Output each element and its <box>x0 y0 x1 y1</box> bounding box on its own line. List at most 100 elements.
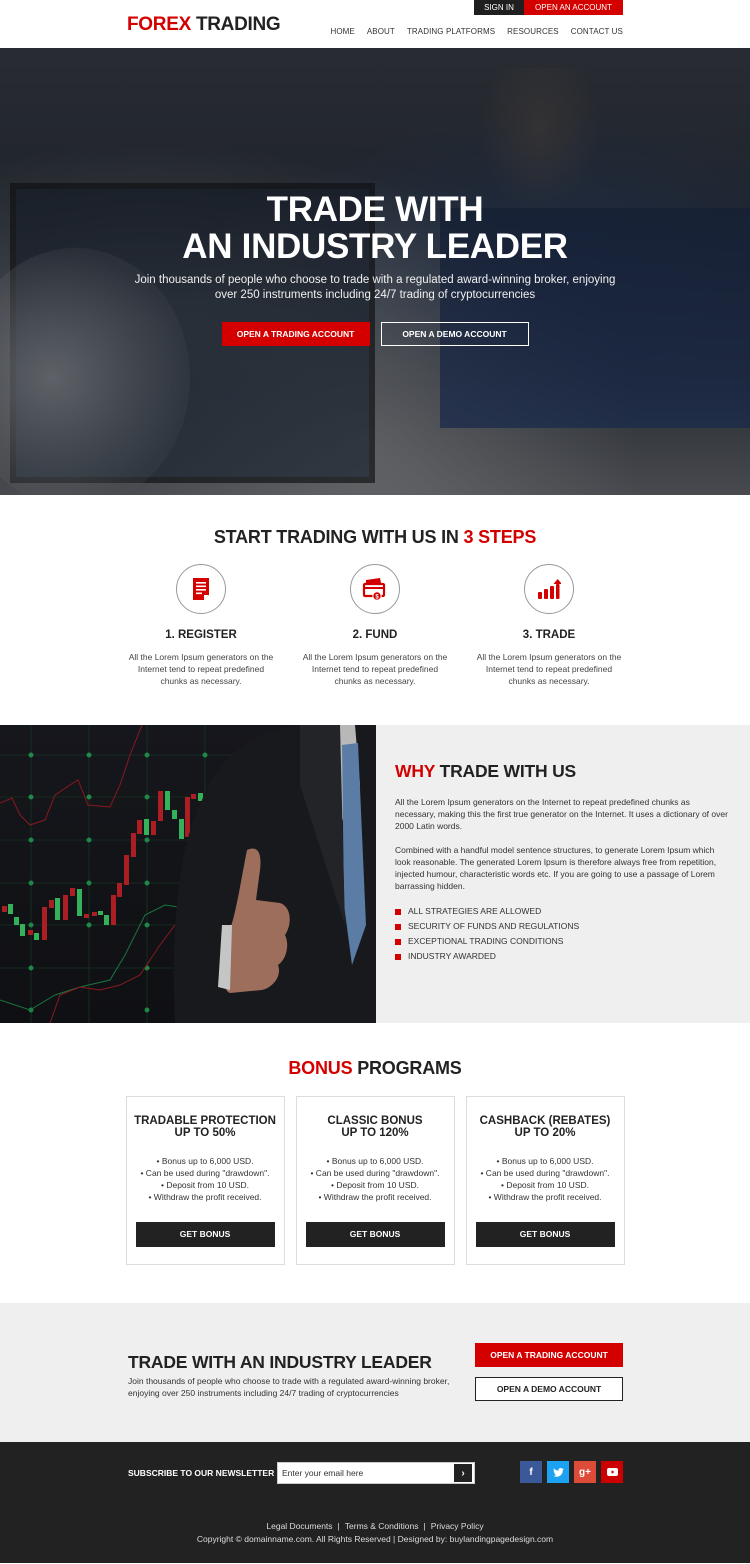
card-title: CASHBACK (REBATES) UP TO 20% <box>467 1115 624 1139</box>
card-feature: • Withdraw the profit received. <box>148 1192 262 1202</box>
hero-content: TRADE WITH AN INDUSTRY LEADER Join thous… <box>0 191 750 346</box>
red-square-bullet-icon <box>395 923 401 930</box>
twitter-icon <box>552 1467 564 1477</box>
cta-subtitle-line1: Join thousands of people who choose to t… <box>128 1376 450 1386</box>
card-feature: • Can be used during "drawdown". <box>310 1168 440 1178</box>
bonus-card-classic: CLASSIC BONUS UP TO 120% • Bonus up to 6… <box>295 1096 455 1265</box>
nav-trading-platforms[interactable]: TRADING PLATFORMS <box>407 27 495 36</box>
get-bonus-button[interactable]: GET BONUS <box>475 1222 615 1247</box>
red-square-bullet-icon <box>395 908 401 915</box>
cta-open-demo-account-button[interactable]: OPEN A DEMO ACCOUNT <box>475 1377 623 1401</box>
logo[interactable]: FOREX TRADING <box>127 14 281 36</box>
businessman-thumbs-up-image <box>0 725 376 1023</box>
twitter-link[interactable] <box>547 1461 569 1483</box>
cards-money-icon: $ <box>350 564 400 614</box>
card-feature: • Bonus up to 6,000 USD. <box>156 1156 254 1166</box>
logo-forex: FOREX <box>127 14 191 35</box>
step-trade: 3. TRADE All the Lorem Ipsum generators … <box>473 564 625 687</box>
feature-item: EXCEPTIONAL TRADING CONDITIONS <box>395 934 730 949</box>
step-fund: $ 2. FUND All the Lorem Ipsum generators… <box>299 564 451 687</box>
facebook-link[interactable]: f <box>520 1461 542 1483</box>
facebook-icon: f <box>529 1466 533 1478</box>
why-feature-list: ALL STRATEGIES ARE ALLOWED SECURITY OF F… <box>395 904 730 964</box>
nav-contact-us[interactable]: CONTACT US <box>571 27 623 36</box>
sign-in-link[interactable]: SIGN IN <box>474 0 524 15</box>
card-feature: • Can be used during "drawdown". <box>480 1168 610 1178</box>
red-square-bullet-icon <box>395 938 401 945</box>
bonus-cards: TRADABLE PROTECTION UP TO 50% • Bonus up… <box>0 1096 750 1265</box>
step-register: 1. REGISTER All the Lorem Ipsum generato… <box>125 564 277 687</box>
youtube-link[interactable] <box>601 1461 623 1483</box>
steps-title-accent: 3 STEPS <box>463 527 537 547</box>
why-title: WHY TRADE WITH US <box>395 761 730 782</box>
feature-item: SECURITY OF FUNDS AND REGULATIONS <box>395 919 730 934</box>
candlestick-chart-background <box>0 725 376 1023</box>
red-square-bullet-icon <box>395 953 401 960</box>
site-header: FOREX TRADING SIGN IN OPEN AN ACCOUNT HO… <box>0 0 750 48</box>
google-plus-link[interactable]: g+ <box>574 1461 596 1483</box>
why-paragraph-1: All the Lorem Ipsum generators on the In… <box>395 797 728 831</box>
cta-subtitle-line2: enjoying over 250 instruments including … <box>128 1388 399 1398</box>
step-text: All the Lorem Ipsum generators on the In… <box>476 652 622 686</box>
steps-title-main: START TRADING WITH US IN <box>213 527 459 547</box>
card-title-line1: CASHBACK (REBATES) <box>479 1115 611 1127</box>
cta-open-trading-account-button[interactable]: OPEN A TRADING ACCOUNT <box>475 1343 623 1367</box>
why-section: WHY TRADE WITH US All the Lorem Ipsum ge… <box>0 725 750 1023</box>
nav-about[interactable]: ABOUT <box>367 27 395 36</box>
chevron-right-icon: › <box>461 1467 465 1479</box>
card-title-line2: UP TO 120% <box>341 1127 409 1139</box>
newsletter-form: › <box>277 1462 475 1484</box>
steps-section: START TRADING WITH US IN 3 STEPS 1. REGI… <box>0 495 750 725</box>
get-bonus-button[interactable]: GET BONUS <box>135 1222 275 1247</box>
hero-title: TRADE WITH AN INDUSTRY LEADER <box>0 191 750 265</box>
card-feature: • Can be used during "drawdown". <box>140 1168 270 1178</box>
legal-documents-link[interactable]: Legal Documents <box>266 1521 332 1531</box>
card-features: • Bonus up to 6,000 USD. • Can be used d… <box>127 1155 284 1203</box>
steps-title: START TRADING WITH US IN 3 STEPS <box>0 527 750 548</box>
card-feature: • Deposit from 10 USD. <box>160 1180 249 1190</box>
card-title-line1: TRADABLE PROTECTION <box>134 1115 276 1127</box>
cta-subtitle: Join thousands of people who choose to t… <box>128 1375 468 1399</box>
hero-subtitle-line1: Join thousands of people who choose to t… <box>134 274 616 286</box>
open-account-link[interactable]: OPEN AN ACCOUNT <box>524 0 623 15</box>
card-feature: • Withdraw the profit received. <box>318 1192 432 1202</box>
feature-item: INDUSTRY AWARDED <box>395 949 730 964</box>
why-content: WHY TRADE WITH US All the Lorem Ipsum ge… <box>376 725 750 1023</box>
bonus-title-accent: BONUS <box>288 1058 353 1078</box>
terms-conditions-link[interactable]: Terms & Conditions <box>345 1521 419 1531</box>
feature-label: INDUSTRY AWARDED <box>408 951 496 961</box>
card-feature: • Deposit from 10 USD. <box>330 1180 419 1190</box>
step-text: All the Lorem Ipsum generators on the In… <box>128 652 274 686</box>
cta-title: TRADE WITH AN INDUSTRY LEADER <box>128 1352 432 1372</box>
nav-resources[interactable]: RESOURCES <box>507 27 559 36</box>
get-bonus-button[interactable]: GET BONUS <box>305 1222 445 1247</box>
document-icon <box>176 564 226 614</box>
newsletter-label: SUBSCRIBE TO OUR NEWSLETTER <box>128 1468 275 1478</box>
logo-trading: TRADING <box>195 14 281 35</box>
card-features: • Bonus up to 6,000 USD. • Can be used d… <box>297 1155 454 1203</box>
card-feature: • Withdraw the profit received. <box>488 1192 602 1202</box>
feature-label: ALL STRATEGIES ARE ALLOWED <box>408 906 542 916</box>
hero-buttons: OPEN A TRADING ACCOUNT OPEN A DEMO ACCOU… <box>0 322 750 346</box>
nav-home[interactable]: HOME <box>330 27 354 36</box>
card-features: • Bonus up to 6,000 USD. • Can be used d… <box>467 1155 624 1203</box>
bonus-card-cashback: CASHBACK (REBATES) UP TO 20% • Bonus up … <box>465 1096 625 1265</box>
hero-subtitle: Join thousands of people who choose to t… <box>0 273 750 303</box>
hero-subtitle-line2: over 250 instruments including 24/7 trad… <box>214 289 536 301</box>
feature-label: EXCEPTIONAL TRADING CONDITIONS <box>408 936 564 946</box>
card-title-line1: CLASSIC BONUS <box>327 1115 423 1127</box>
bonus-title-main: PROGRAMS <box>357 1058 462 1078</box>
feature-label: SECURITY OF FUNDS AND REGULATIONS <box>408 921 580 931</box>
hero-title-line2: AN INDUSTRY LEADER <box>182 227 568 266</box>
bar-chart-up-icon <box>524 564 574 614</box>
why-paragraph-2: Combined with a handful model sentence s… <box>395 845 717 891</box>
card-title: TRADABLE PROTECTION UP TO 50% <box>127 1115 284 1139</box>
open-demo-account-button[interactable]: OPEN A DEMO ACCOUNT <box>380 322 529 346</box>
google-plus-icon: g+ <box>579 1466 591 1478</box>
open-trading-account-button[interactable]: OPEN A TRADING ACCOUNT <box>221 322 370 346</box>
newsletter-submit-button[interactable]: › <box>454 1464 472 1482</box>
newsletter-email-input[interactable] <box>278 1468 454 1478</box>
card-feature: • Bonus up to 6,000 USD. <box>496 1156 594 1166</box>
why-title-main: TRADE WITH US <box>439 761 577 781</box>
privacy-policy-link[interactable]: Privacy Policy <box>431 1521 484 1531</box>
